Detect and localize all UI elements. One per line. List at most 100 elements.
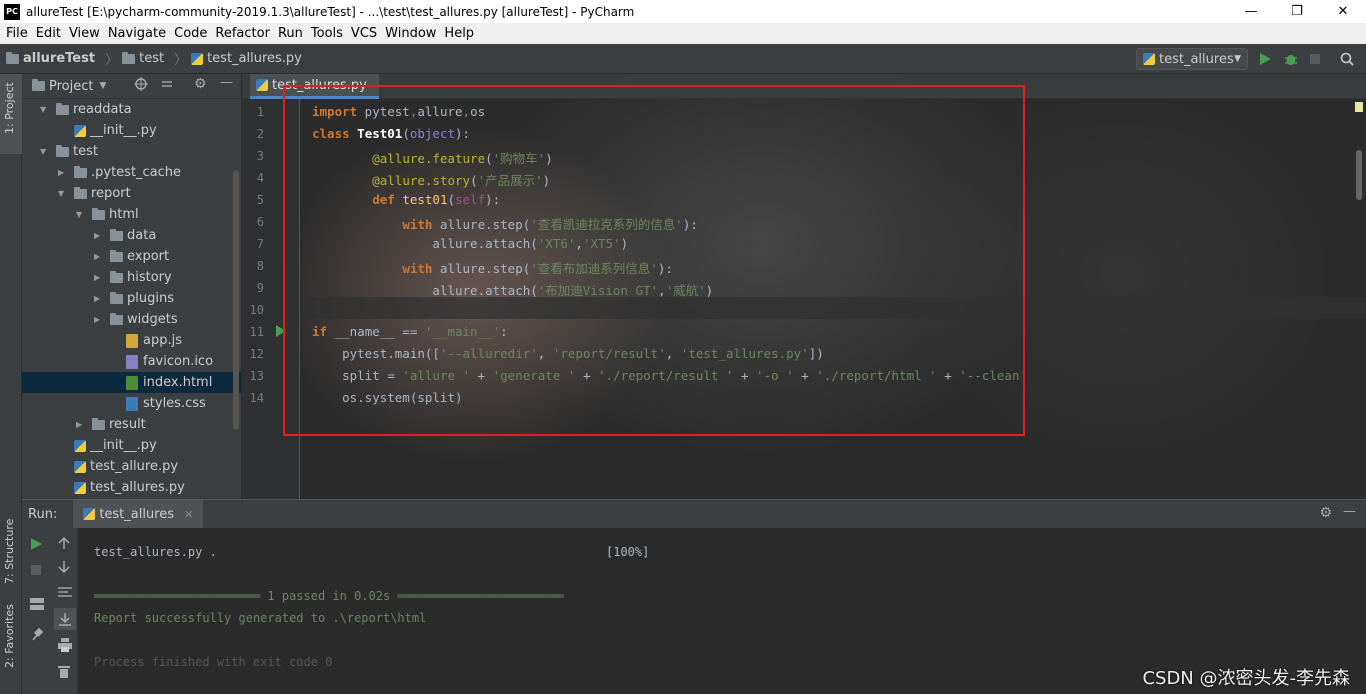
pin-icon[interactable] <box>30 628 44 642</box>
print-icon[interactable] <box>58 638 72 652</box>
tree-item[interactable]: ▼ readdata <box>22 99 241 120</box>
line-number: 6 <box>256 215 264 229</box>
favorites-tool-tab[interactable]: 2: Favorites <box>3 604 16 668</box>
inspection-status-icon[interactable] <box>1355 102 1363 112</box>
editor-scrollbar[interactable] <box>1354 100 1364 499</box>
breadcrumb-project[interactable]: allureTest <box>6 51 95 66</box>
project-tool-tab[interactable]: 1: Project <box>3 82 16 134</box>
breadcrumb-project-label: allureTest <box>23 51 96 66</box>
menu-file[interactable]: File <box>2 26 32 41</box>
soft-wrap-icon[interactable] <box>58 586 72 598</box>
stop-icon[interactable] <box>30 564 42 576</box>
close-icon[interactable]: ✕ <box>184 508 193 521</box>
collapsed-arrow-icon[interactable]: ▶ <box>94 273 104 282</box>
rerun-icon[interactable] <box>30 538 42 550</box>
breadcrumb-file[interactable]: test_allures.py <box>191 51 302 66</box>
python-file-icon <box>74 439 86 452</box>
tree-item[interactable]: ▶ data <box>22 225 241 246</box>
tree-item[interactable]: index.html <box>22 372 241 393</box>
folder-icon <box>92 207 105 220</box>
collapsed-arrow-icon[interactable]: ▶ <box>76 420 86 429</box>
folder-icon <box>56 144 69 157</box>
tree-item-label: widgets <box>127 312 178 327</box>
tree-item[interactable]: __init__.py <box>22 435 241 456</box>
tree-item[interactable]: favicon.ico <box>22 351 241 372</box>
line-number: 7 <box>256 237 264 251</box>
tree-item[interactable]: ▶ result <box>22 414 241 435</box>
menu-window[interactable]: Window <box>381 26 440 41</box>
minimize-button[interactable]: — <box>1228 0 1274 23</box>
collapsed-arrow-icon[interactable]: ▶ <box>94 294 104 303</box>
tree-item[interactable]: ▶ export <box>22 246 241 267</box>
search-everywhere-icon[interactable] <box>1338 50 1356 68</box>
collapsed-arrow-icon[interactable]: ▶ <box>94 315 104 324</box>
structure-tool-tab[interactable]: 7: Structure <box>3 519 16 584</box>
run-tab[interactable]: test_allures ✕ <box>73 500 204 528</box>
run-configuration-select[interactable]: test_allures ▼ <box>1136 48 1248 70</box>
arrow-up-icon[interactable] <box>58 536 70 550</box>
gear-icon[interactable]: ⚙ <box>194 76 207 92</box>
debug-icon[interactable] <box>1282 50 1300 68</box>
output-finished: Process finished with exit code 0 <box>94 655 333 669</box>
menu-help[interactable]: Help <box>440 26 478 41</box>
breadcrumb-folder[interactable]: test <box>122 51 164 66</box>
layout-icon[interactable] <box>30 598 44 610</box>
restore-button[interactable]: ❐ <box>1274 0 1320 23</box>
scroll-to-end-icon[interactable] <box>54 608 76 630</box>
menu-run[interactable]: Run <box>274 26 307 41</box>
tree-item-label: app.js <box>143 333 182 348</box>
run-toolbar <box>22 528 78 694</box>
tree-item[interactable]: ▶ plugins <box>22 288 241 309</box>
output-passed: ═══════════════════════ 1 passed in 0.02… <box>94 589 564 603</box>
python-file-icon <box>1143 53 1155 65</box>
tree-item[interactable]: ▶ widgets <box>22 309 241 330</box>
expanded-arrow-icon[interactable]: ▼ <box>76 210 86 219</box>
close-button[interactable]: ✕ <box>1320 0 1366 23</box>
line-number: 9 <box>256 281 264 295</box>
trash-icon[interactable] <box>58 664 70 678</box>
breadcrumb-file-label: test_allures.py <box>207 51 302 66</box>
tree-item[interactable]: __init__.py <box>22 120 241 141</box>
folder-icon <box>56 102 69 115</box>
menu-vcs[interactable]: VCS <box>347 26 381 41</box>
tree-item[interactable]: styles.css <box>22 393 241 414</box>
expanded-arrow-icon[interactable]: ▼ <box>40 147 50 156</box>
collapsed-arrow-icon[interactable]: ▶ <box>94 231 104 240</box>
tree-item[interactable]: ▼ test <box>22 141 241 162</box>
menu-edit[interactable]: Edit <box>32 26 65 41</box>
tree-item[interactable]: ▼ report <box>22 183 241 204</box>
project-panel-header: Project ▼ ⚙ — <box>22 74 241 99</box>
locate-icon[interactable] <box>134 77 148 95</box>
hide-icon[interactable]: — <box>220 75 233 90</box>
tree-item-label: report <box>91 186 131 201</box>
tree-item[interactable]: ▶ .pytest_cache <box>22 162 241 183</box>
menu-refactor[interactable]: Refactor <box>211 26 274 41</box>
project-panel-title[interactable]: Project <box>49 79 93 94</box>
tree-item[interactable]: ▶ history <box>22 267 241 288</box>
collapsed-arrow-icon[interactable]: ▶ <box>94 252 104 261</box>
folder-icon <box>110 249 123 262</box>
watermark: CSDN @浓密头发-李先森 <box>1142 668 1350 689</box>
stop-icon[interactable] <box>1306 50 1324 68</box>
tree-item[interactable]: test_allures.py <box>22 477 241 498</box>
run-icon[interactable] <box>1256 50 1274 68</box>
menu-view[interactable]: View <box>65 26 104 41</box>
expanded-arrow-icon[interactable]: ▼ <box>40 105 50 114</box>
tree-item[interactable]: test_allure.py <box>22 456 241 477</box>
gear-icon[interactable]: ⚙ <box>1319 505 1332 521</box>
menu-tools[interactable]: Tools <box>307 26 347 41</box>
arrow-down-icon[interactable] <box>58 560 70 574</box>
tree-item[interactable]: ▼ html <box>22 204 241 225</box>
collapse-all-icon[interactable] <box>160 77 174 95</box>
menu-navigate[interactable]: Navigate <box>104 26 170 41</box>
menu-code[interactable]: Code <box>170 26 211 41</box>
hide-icon[interactable]: — <box>1343 504 1356 519</box>
expanded-arrow-icon[interactable]: ▼ <box>58 189 68 198</box>
output-progress: [100%] <box>606 545 650 559</box>
left-tool-strip: 1: Project 7: Structure 2: Favorites <box>0 74 22 694</box>
collapsed-arrow-icon[interactable]: ▶ <box>58 168 68 177</box>
tree-item[interactable]: app.js <box>22 330 241 351</box>
tree-item-label: .pytest_cache <box>91 165 182 180</box>
chevron-down-icon[interactable]: ▼ <box>99 81 106 91</box>
tree-scrollbar[interactable] <box>233 170 239 430</box>
